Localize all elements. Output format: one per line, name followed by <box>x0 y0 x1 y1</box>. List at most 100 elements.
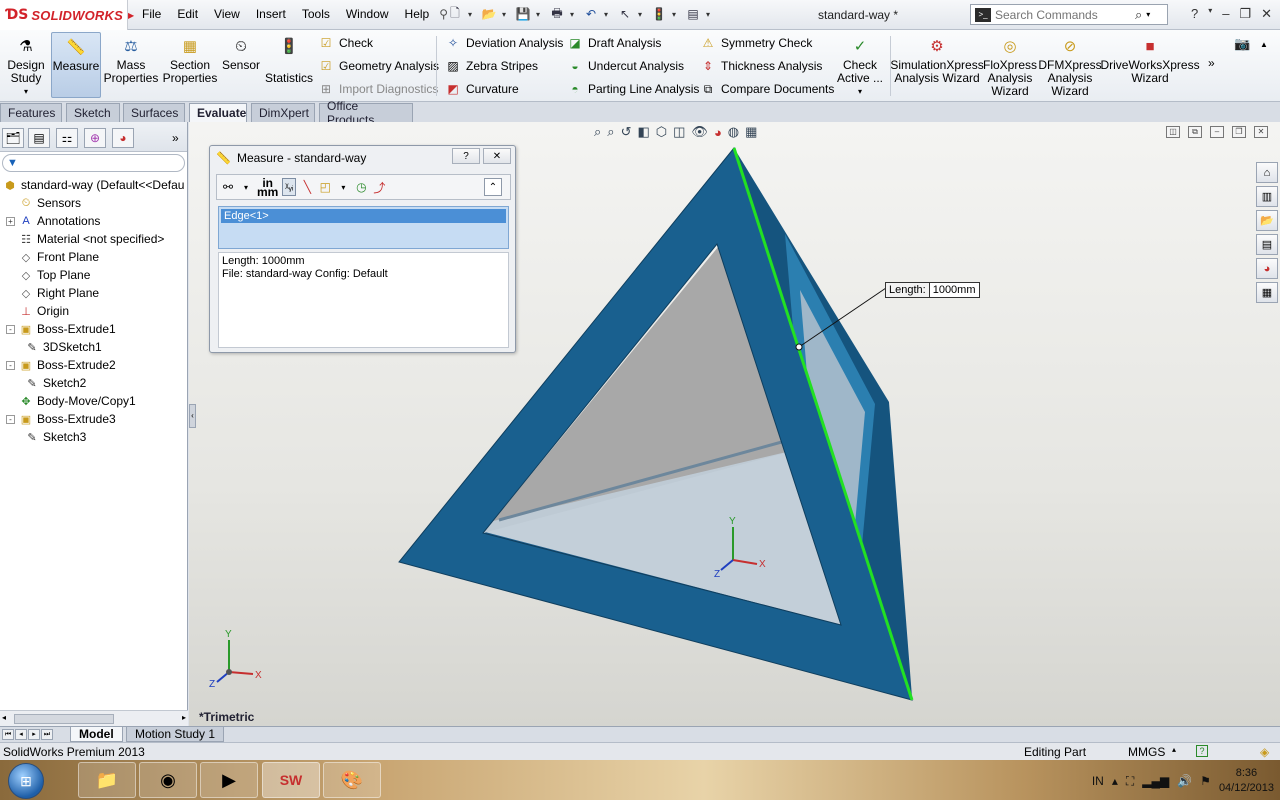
print-icon[interactable]: 🖶 <box>548 6 566 22</box>
help-icon[interactable]: ? <box>1191 6 1198 22</box>
collapse-icon[interactable]: - <box>6 324 15 334</box>
check-active-dropdown-icon[interactable]: ▾ <box>858 85 862 98</box>
tree-filter[interactable]: ▼ <box>2 154 185 172</box>
tree-item[interactable]: ✎ Sketch3 <box>24 428 86 446</box>
thickness-analysis-button[interactable]: ⇕ Thickness Analysis <box>700 56 822 76</box>
feature-manager-tab-icon[interactable]: 🗂 <box>2 128 24 148</box>
collapse-icon[interactable]: - <box>6 360 15 370</box>
open-dropdown-icon[interactable]: ▾ <box>502 10 510 19</box>
clock[interactable]: 8:36 04/12/2013 <box>1219 766 1274 796</box>
tree-item[interactable]: + A Annotations <box>6 212 100 230</box>
tab-model[interactable]: Model <box>70 727 123 742</box>
new-document-icon[interactable]: 🗋 <box>446 6 464 22</box>
compare-documents-button[interactable]: ⧉ Compare Documents <box>700 79 835 99</box>
explorer-taskbar-icon[interactable]: 📁 <box>78 762 136 798</box>
tree-item[interactable]: ☷ Material <not specified> <box>6 230 164 248</box>
quick-tips-icon[interactable]: ? <box>1196 745 1208 757</box>
arc-dropdown-icon[interactable]: ▾ <box>239 178 253 196</box>
select-arrow-icon[interactable]: ↖ <box>616 6 634 22</box>
design-study-dropdown-icon[interactable]: ▾ <box>24 85 28 98</box>
create-sensor-icon[interactable]: ⤴ <box>372 178 386 196</box>
menu-tools[interactable]: Tools <box>294 7 338 21</box>
point-to-point-icon[interactable]: ╲ <box>300 178 314 196</box>
paint-taskbar-icon[interactable]: 🎨 <box>323 762 381 798</box>
scroll-thumb[interactable] <box>14 714 114 724</box>
draft-analysis-button[interactable]: ◪ Draft Analysis <box>567 33 661 53</box>
measure-history-icon[interactable]: ◷ <box>354 178 368 196</box>
menu-edit[interactable]: Edit <box>169 7 206 21</box>
volume-icon[interactable]: 🔊 <box>1177 774 1192 788</box>
media-player-taskbar-icon[interactable]: ▶ <box>200 762 258 798</box>
tab-sketch[interactable]: Sketch <box>66 103 120 122</box>
dimxpert-manager-tab-icon[interactable]: ⊕ <box>84 128 106 148</box>
tab-office-products[interactable]: Office Products <box>319 99 413 127</box>
new-dropdown-icon[interactable]: ▾ <box>468 10 476 19</box>
design-study-button[interactable]: ⚗ Design Study ▾ <box>4 32 48 98</box>
show-xyz-icon[interactable]: ᵡᵧᵢ <box>282 178 297 196</box>
restore-icon[interactable]: ❐ <box>1239 6 1251 22</box>
measure-close-button[interactable]: ✕ <box>483 148 511 164</box>
file-explorer-icon[interactable]: 📂 <box>1256 210 1278 231</box>
chrome-taskbar-icon[interactable]: ◉ <box>139 762 197 798</box>
unit-system-dropdown-icon[interactable]: ▴ <box>1172 745 1176 754</box>
save-icon[interactable]: 💾 <box>514 6 532 22</box>
signal-tray-icon[interactable]: ▂▄▆ <box>1142 774 1169 788</box>
parting-line-analysis-button[interactable]: ◓ Parting Line Analysis <box>567 79 699 99</box>
tree-item[interactable]: ✎ 3DSketch1 <box>24 338 101 356</box>
save-dropdown-icon[interactable]: ▾ <box>536 10 544 19</box>
simulationxpress-button[interactable]: ⚙ SimulationXpress Analysis Wizard <box>890 32 983 98</box>
appearances-icon[interactable]: ◕ <box>1256 258 1278 279</box>
help-dropdown-icon[interactable]: ▾ <box>1208 6 1212 22</box>
status-tag-icon[interactable]: ◈ <box>1260 745 1269 759</box>
deviation-analysis-button[interactable]: ✧ Deviation Analysis <box>445 33 563 53</box>
menu-view[interactable]: View <box>206 7 248 21</box>
tree-item[interactable]: ◇ Front Plane <box>6 248 99 266</box>
expand-icon[interactable]: + <box>6 216 15 226</box>
menu-file[interactable]: File <box>134 7 169 21</box>
design-library-icon[interactable]: ▥ <box>1256 186 1278 207</box>
curvature-button[interactable]: ◩ Curvature <box>445 79 518 99</box>
dfmxpress-button[interactable]: ⊘ DFMXpress Analysis Wizard <box>1038 32 1101 98</box>
action-center-icon[interactable]: ⚑ <box>1200 774 1211 788</box>
solidworks-logo[interactable]: ƊS SOLIDWORKS ▶ <box>0 0 134 30</box>
measure-help-button[interactable]: ? <box>452 148 480 164</box>
more-commands-icon[interactable]: » <box>1208 56 1215 70</box>
floxpress-button[interactable]: ◎ FloXpress Analysis Wizard <box>983 32 1037 98</box>
geometry-analysis-button[interactable]: ☑ Geometry Analysis <box>318 56 439 76</box>
projection-icon[interactable]: ◰ <box>318 178 332 196</box>
network-tray-icon[interactable]: ⛶ <box>1126 774 1134 789</box>
tree-item[interactable]: - ▣ Boss-Extrude1 <box>6 320 116 338</box>
solidworks-taskbar-icon[interactable]: SW <box>262 762 320 798</box>
horizontal-scrollbar[interactable]: ◂ ▸ <box>0 710 188 726</box>
tree-item[interactable]: - ▣ Boss-Extrude2 <box>6 356 116 374</box>
tab-features[interactable]: Features <box>0 103 62 122</box>
tree-item[interactable]: ✎ Sketch2 <box>24 374 86 392</box>
scroll-right-icon[interactable]: ▸ <box>182 713 186 722</box>
tree-item[interactable]: ⬢ standard-way (Default<<Defau <box>2 176 184 194</box>
close-icon[interactable]: ✕ <box>1261 6 1272 22</box>
unit-system[interactable]: MMGS <box>1128 745 1165 759</box>
collapse-dialog-icon[interactable]: ⌃ <box>484 178 502 196</box>
display-manager-tab-icon[interactable]: ◕ <box>112 128 134 148</box>
tree-item[interactable]: ✥ Body-Move/Copy1 <box>6 392 135 410</box>
show-hidden-icons-icon[interactable]: ▴ <box>1112 774 1118 788</box>
measure-button[interactable]: 📏 Measure <box>51 32 101 98</box>
section-properties-button[interactable]: ▦ Section Properties <box>162 32 218 98</box>
import-diagnostics-button[interactable]: ⊞ Import Diagnostics <box>318 79 438 99</box>
tab-dimxpert[interactable]: DimXpert <box>251 103 315 122</box>
minimize-icon[interactable]: – <box>1222 6 1229 22</box>
configuration-manager-tab-icon[interactable]: ⚏ <box>56 128 78 148</box>
collapse-icon[interactable]: - <box>6 414 15 424</box>
arc-circle-measure-icon[interactable]: ⚯ <box>221 178 235 196</box>
measure-selection-list[interactable]: Edge<1> <box>218 206 509 249</box>
tree-item[interactable]: ◇ Right Plane <box>6 284 99 302</box>
statistics-button[interactable]: 🚦 Statistics <box>264 32 314 98</box>
tree-item[interactable]: ⏲ Sensors <box>6 194 81 212</box>
print-dropdown-icon[interactable]: ▾ <box>570 10 578 19</box>
mass-properties-button[interactable]: ⚖ Mass Properties <box>104 32 159 98</box>
view-palette-icon[interactable]: ▤ <box>1256 234 1278 255</box>
language-indicator[interactable]: IN <box>1092 774 1104 788</box>
undercut-analysis-button[interactable]: ◒ Undercut Analysis <box>567 56 684 76</box>
menu-window[interactable]: Window <box>338 7 397 21</box>
undo-icon[interactable]: ↶ <box>582 6 600 22</box>
